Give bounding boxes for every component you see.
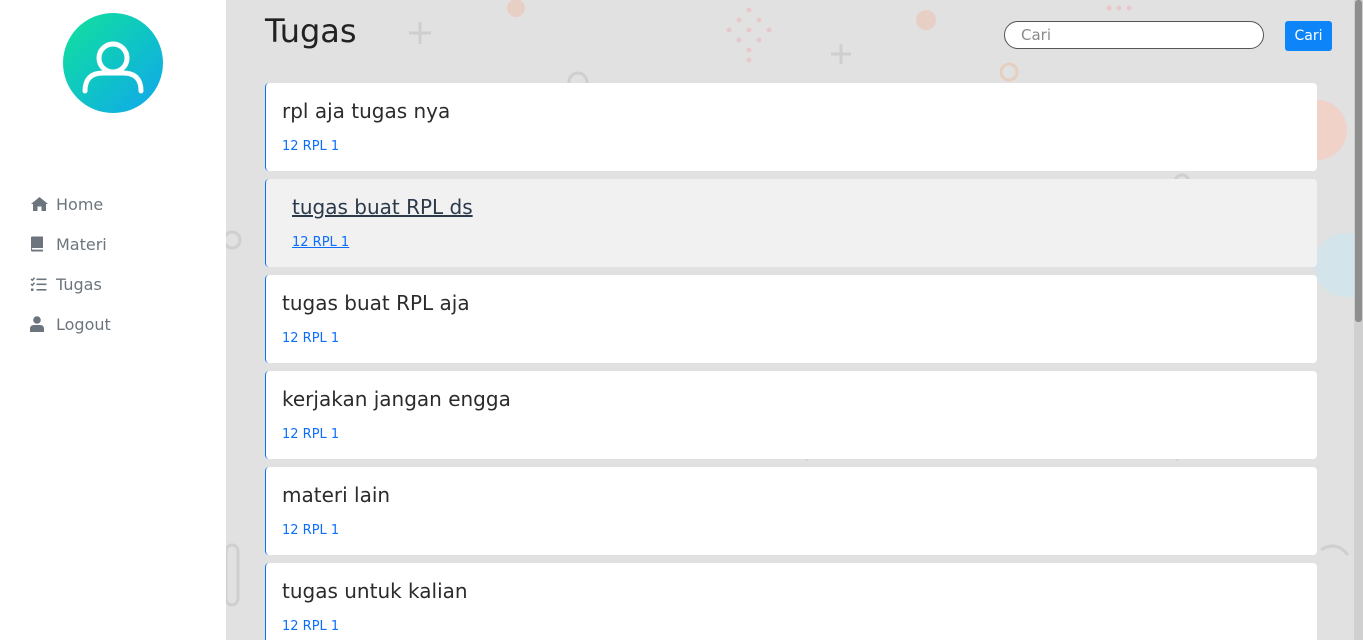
task-card[interactable]: tugas untuk kalian 12 RPL 1: [265, 563, 1317, 640]
sidebar-nav: Home Materi Tugas Logout: [0, 184, 226, 344]
task-title[interactable]: rpl aja tugas nya: [282, 98, 1301, 124]
sidebar-item-label: Materi: [56, 234, 107, 254]
task-title[interactable]: kerjakan jangan engga: [282, 386, 1301, 412]
list-check-icon: [30, 275, 50, 293]
sidebar-item-tugas[interactable]: Tugas: [0, 264, 226, 304]
task-title[interactable]: materi lain: [282, 482, 1301, 508]
main-content: Tugas Cari rpl aja tugas nya 12 RPL 1 tu…: [226, 0, 1363, 640]
sidebar-item-label: Tugas: [56, 274, 102, 294]
search-input[interactable]: [1004, 21, 1264, 49]
sidebar-item-label: Home: [56, 194, 104, 214]
sidebar-item-materi[interactable]: Materi: [0, 224, 226, 264]
sidebar-item-home[interactable]: Home: [0, 184, 226, 224]
scrollbar[interactable]: [1354, 0, 1363, 640]
task-class[interactable]: 12 RPL 1: [282, 620, 1301, 634]
task-title[interactable]: tugas buat RPL aja: [282, 290, 1301, 316]
task-class[interactable]: 12 RPL 1: [282, 428, 1301, 442]
user-icon: [30, 315, 50, 333]
task-card[interactable]: materi lain 12 RPL 1: [265, 467, 1317, 555]
sidebar: Home Materi Tugas Logout: [0, 0, 226, 640]
user-avatar-icon: [82, 41, 144, 94]
task-list: rpl aja tugas nya 12 RPL 1 tugas buat RP…: [265, 83, 1317, 640]
scrollbar-thumb[interactable]: [1355, 0, 1362, 322]
task-class[interactable]: 12 RPL 1: [282, 140, 1301, 154]
task-class[interactable]: 12 RPL 1: [282, 332, 1301, 346]
home-icon: [30, 195, 50, 213]
book-icon: [30, 235, 50, 253]
task-card[interactable]: tugas buat RPL ds 12 RPL 1: [265, 179, 1317, 267]
sidebar-item-logout[interactable]: Logout: [0, 304, 226, 344]
page-title: Tugas: [265, 12, 357, 50]
task-title[interactable]: tugas buat RPL ds: [292, 194, 1301, 220]
task-class[interactable]: 12 RPL 1: [292, 236, 1301, 250]
task-card[interactable]: kerjakan jangan engga 12 RPL 1: [265, 371, 1317, 459]
task-title[interactable]: tugas untuk kalian: [282, 578, 1301, 604]
task-class[interactable]: 12 RPL 1: [282, 524, 1301, 538]
sidebar-item-label: Logout: [56, 314, 111, 334]
task-card[interactable]: rpl aja tugas nya 12 RPL 1: [265, 83, 1317, 171]
task-card[interactable]: tugas buat RPL aja 12 RPL 1: [265, 275, 1317, 363]
avatar: [63, 13, 163, 113]
search-button[interactable]: Cari: [1285, 21, 1332, 51]
